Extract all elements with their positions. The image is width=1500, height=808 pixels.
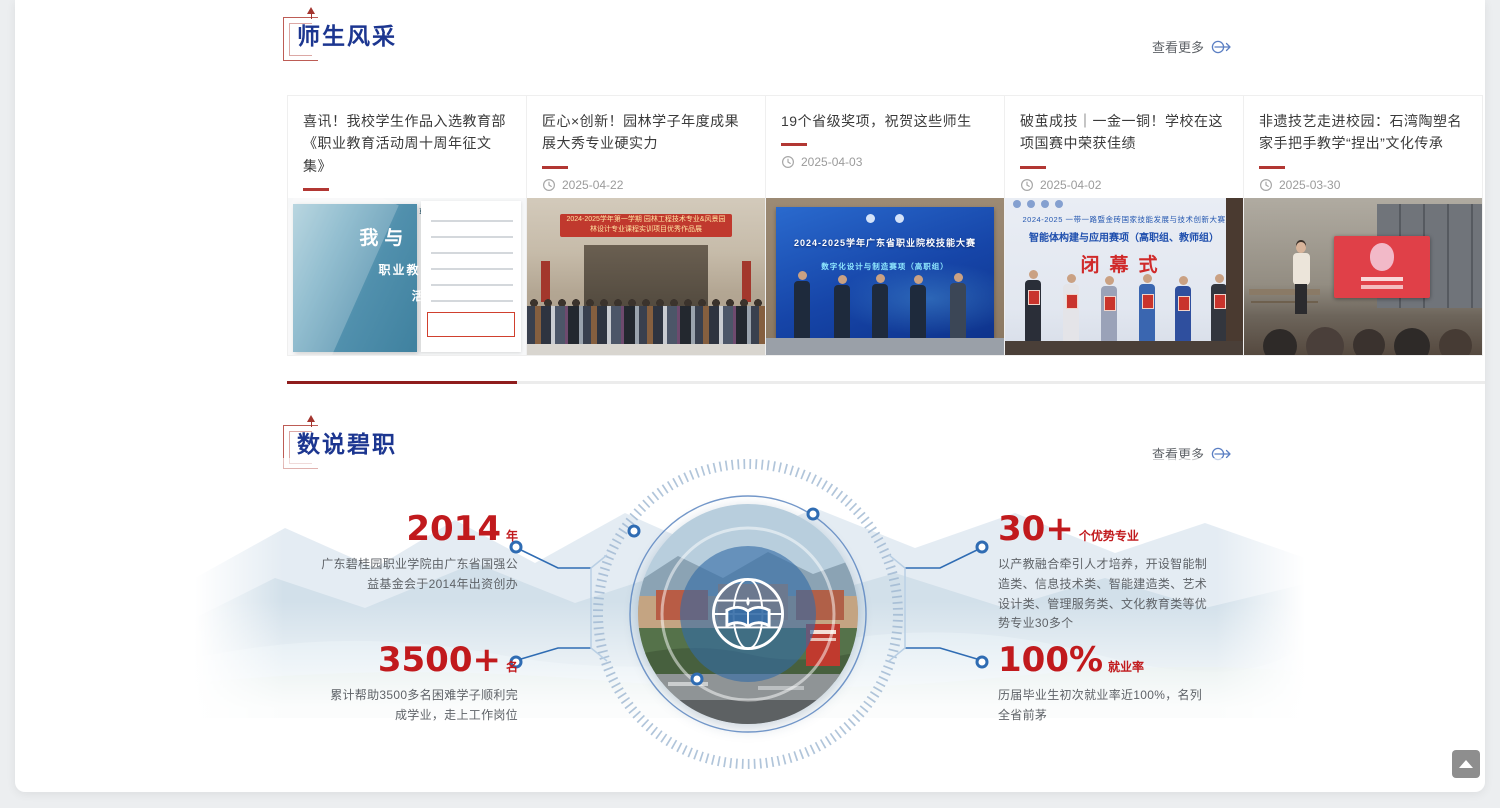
title-underline <box>781 143 807 146</box>
toc-highlight-box <box>427 312 515 337</box>
photo-figure <box>872 274 888 339</box>
audience-head <box>1439 329 1472 355</box>
stat-unit: 年 <box>506 529 518 543</box>
faculty-section-title-text: 师生风采 <box>297 23 397 49</box>
stage-curtain <box>1226 198 1243 355</box>
stage-floor <box>1005 341 1243 355</box>
news-photo-competition: 2024-2025学年广东省职业院校技能大赛 数字化设计与制造赛项（高职组） <box>766 198 1004 355</box>
clock-icon <box>1020 178 1034 192</box>
table <box>1249 289 1320 295</box>
ceremony-banner-line2: 智能体构建与应用赛项（高职组、教师组） <box>1005 229 1243 244</box>
photo-figure <box>834 275 850 339</box>
photo-figure <box>1211 274 1227 342</box>
photo-figure <box>1025 270 1041 342</box>
faculty-view-more-label: 查看更多 <box>1152 37 1204 56</box>
backdrop-logos <box>856 214 913 225</box>
news-date: 2025-04-02 <box>1040 178 1101 192</box>
news-photo-ceremony: 2024-2025 一带一路暨金砖国家技能发展与技术创新大赛 智能体构建与应用赛… <box>1005 198 1243 355</box>
news-card-list: 喜讯！我校学生作品入选教育部《职业教育活动周十周年征文集》 2025-06-04… <box>287 95 1487 357</box>
news-date: 2025-04-22 <box>562 178 623 192</box>
clock-icon <box>542 178 556 192</box>
faculty-section-title: 师生风采 <box>287 20 397 52</box>
audience-head <box>1306 327 1344 355</box>
stat-unit: 就业率 <box>1108 660 1144 674</box>
ground <box>527 344 765 355</box>
stat-value: 2014 <box>406 509 501 549</box>
news-title: 非遗技艺走进校园：石湾陶塑名家手把手教学“捏出”文化传承 <box>1259 110 1467 155</box>
photo-figure <box>1063 274 1079 342</box>
stat-unit: 个优势专业 <box>1079 529 1139 543</box>
title-underline <box>542 166 568 169</box>
exhibition-banner: 2024-2025学年第一学期 园林工程技术专业&风景园林设计专业课程实训项目优… <box>560 214 731 238</box>
title-underline <box>1020 166 1046 169</box>
up-arrow-icon <box>1459 760 1473 768</box>
page: 师生风采 查看更多 喜讯！我校学生作品入选教育部《职业教育活动周十周年征文集》 … <box>0 0 1500 808</box>
sponsor-logos <box>1005 198 1243 215</box>
title-arrow-decoration <box>307 415 315 422</box>
presenter-head <box>1296 242 1306 253</box>
stat-value: 3500+ <box>378 640 501 680</box>
clock-icon <box>1259 178 1273 192</box>
stat-students-helped: 3500+ 名 累计帮助3500多名困难学子顺利完成学业，走上工作岗位 <box>318 643 518 726</box>
audience-head <box>1394 328 1430 355</box>
news-title: 匠心×创新！园林学子年度成果展大秀专业硬实力 <box>542 110 750 155</box>
stat-employment-rate: 100% 就业率 历届毕业生初次就业率近100%，名列全省前茅 <box>998 643 1210 726</box>
red-scroll-left <box>541 261 549 302</box>
stat-description: 累计帮助3500多名困难学子顺利完成学业，走上工作岗位 <box>318 686 518 726</box>
ground <box>766 338 1004 355</box>
news-title: 喜讯！我校学生作品入选教育部《职业教育活动周十周年征文集》 <box>303 110 511 177</box>
news-date: 2025-03-30 <box>1279 178 1340 192</box>
photo-figure <box>1139 274 1155 342</box>
presenter-legs <box>1295 284 1307 314</box>
news-title: 19个省级奖项，祝贺这些师生 <box>781 110 989 132</box>
news-date: 2025-04-03 <box>801 155 862 169</box>
news-photo-classroom <box>1244 198 1482 355</box>
news-photo-group: 2024-2025学年第一学期 园林工程技术专业&风景园林设计专业课程实训项目优… <box>527 198 765 355</box>
arrow-circle-icon <box>1211 40 1233 54</box>
book-toc-page <box>421 201 521 352</box>
news-photo-book: 我与 职业教育 活动周 职业教育 活动周 十周年征文集 <box>288 198 526 355</box>
title-underline <box>303 188 329 191</box>
news-title: 破茧成技｜一金一铜！学校在这项国赛中荣获佳绩 <box>1020 110 1228 155</box>
news-card-5[interactable]: 非遗技艺走进校园：石湾陶塑名家手把手教学“捏出”文化传承 2025-03-30 <box>1243 95 1483 356</box>
stat-unit: 名 <box>506 660 518 674</box>
red-scroll-right <box>742 261 750 302</box>
stat-description: 以产教融合牵引人才培养，开设智能制造类、信息技术类、智能建造类、艺术设计类、管理… <box>998 555 1210 634</box>
stats-section-title-text: 数说碧职 <box>297 431 397 457</box>
photo-figure <box>794 271 810 339</box>
ceremony-banner-line1: 2024-2025 一带一路暨金砖国家技能发展与技术创新大赛 <box>1005 214 1243 225</box>
stat-value: 30+ <box>998 509 1074 549</box>
photo-figure <box>910 275 926 339</box>
news-card-1[interactable]: 喜讯！我校学生作品入选教育部《职业教育活动周十周年征文集》 2025-06-04… <box>287 95 527 356</box>
title-underline <box>1259 166 1285 169</box>
faculty-view-more-link[interactable]: 查看更多 <box>1152 37 1233 56</box>
carousel-scrollbar[interactable] <box>287 381 1485 384</box>
presenter-body <box>1293 253 1310 285</box>
toc-lines <box>431 213 513 315</box>
news-card-4[interactable]: 破茧成技｜一金一铜！学校在这项国赛中荣获佳绩 2025-04-02 2024-2… <box>1004 95 1244 356</box>
audience-head <box>1263 329 1297 355</box>
news-card-3[interactable]: 19个省级奖项，祝贺这些师生 2025-04-03 2024-2025学年广东省… <box>765 95 1005 356</box>
presentation-screen <box>1334 236 1429 299</box>
carousel-scrollbar-thumb[interactable] <box>287 381 517 384</box>
back-to-top-button[interactable] <box>1452 750 1480 778</box>
photo-figure <box>1175 276 1191 342</box>
competition-banner-line1: 2024-2025学年广东省职业院校技能大赛 <box>766 236 1004 249</box>
audience-head <box>1353 329 1385 355</box>
stat-description: 历届毕业生初次就业率近100%，名列全省前茅 <box>998 686 1210 726</box>
clock-icon <box>781 155 795 169</box>
book-cover-title-1: 我与 <box>359 223 409 250</box>
stat-value: 100% <box>998 640 1103 680</box>
photo-figure <box>1101 276 1117 342</box>
stat-majors: 30+ 个优势专业 以产教融合牵引人才培养，开设智能制造类、信息技术类、智能建造类… <box>998 512 1210 634</box>
stat-founding-year: 2014 年 广东碧桂园职业学院由广东省国强公益基金会于2014年出资创办 <box>318 512 518 595</box>
news-card-2[interactable]: 匠心×创新！园林学子年度成果展大秀专业硬实力 2025-04-22 2024-2… <box>526 95 766 356</box>
title-arrow-decoration <box>307 7 315 14</box>
stat-description: 广东碧桂园职业学院由广东省国强公益基金会于2014年出资创办 <box>318 555 518 595</box>
photo-figure <box>950 273 966 339</box>
